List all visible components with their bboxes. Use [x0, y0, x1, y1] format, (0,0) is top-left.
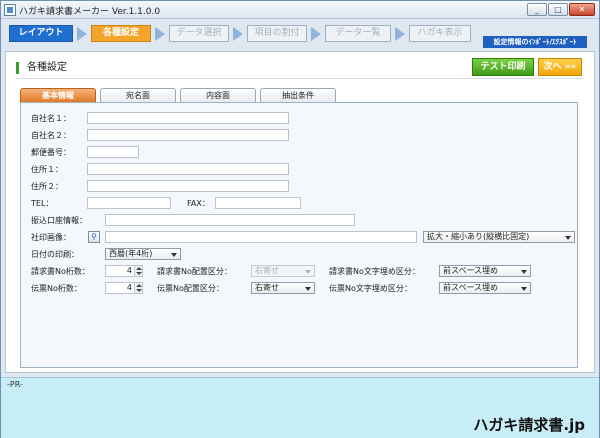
- step-arrow-icon: [233, 27, 243, 41]
- slip-fill-label: 伝票No文字埋め区分：: [329, 284, 412, 293]
- wizard-step-bar: レイアウト 各種設定 データ選択 項目の割付 データ一覧 ハガキ表示 設定情報の…: [5, 23, 595, 48]
- chevron-down-icon: [565, 236, 571, 240]
- chevron-down-icon: [521, 270, 527, 274]
- step-settings[interactable]: 各種設定: [91, 25, 151, 42]
- company1-label: 自社名１：: [31, 114, 71, 123]
- fax-label: FAX：: [187, 199, 210, 208]
- stamp-scale-select[interactable]: 拡大・縮小あり(縦横比固定): [423, 231, 575, 243]
- invoice-align-value: 右寄せ: [255, 266, 279, 275]
- step-layout[interactable]: レイアウト: [9, 25, 73, 42]
- slip-digits-label: 伝票No桁数：: [31, 284, 82, 293]
- pr-label: -PR-: [7, 380, 23, 389]
- fax-input[interactable]: [215, 197, 301, 209]
- maximize-button[interactable]: □: [548, 3, 568, 16]
- invoice-fill-label: 請求書No文字埋め区分：: [329, 267, 420, 276]
- test-print-button[interactable]: テスト印刷: [472, 58, 534, 76]
- import-export-button[interactable]: 設定情報のｲﾝﾎﾟｰﾄ/ｴｸｽﾎﾟｰﾄ: [483, 36, 587, 48]
- step-data-list[interactable]: データ一覧: [325, 25, 391, 42]
- pr-area: -PR- ハガキ請求書.jp: [1, 377, 599, 438]
- image-browse-icon[interactable]: ⚲: [88, 231, 100, 243]
- tel-input[interactable]: [87, 197, 171, 209]
- invoice-fill-value: 前スペース埋め: [443, 266, 499, 275]
- minimize-button[interactable]: _: [527, 3, 547, 16]
- step-postcard-view[interactable]: ハガキ表示: [409, 25, 471, 42]
- company1-input[interactable]: [87, 112, 289, 124]
- tab-filter[interactable]: 抽出条件: [260, 88, 336, 102]
- slip-fill-select[interactable]: 前スペース埋め: [439, 282, 531, 294]
- date-print-label: 日付の印刷：: [31, 250, 79, 259]
- slip-digits-value: 4: [126, 283, 132, 292]
- main-content: 各種設定 テスト印刷 次へ »» 基本情報 宛名面 内容面 抽出条件 自社名１：…: [5, 51, 595, 373]
- window-title: ハガキ請求書メーカー Ver.1.1.0.0: [19, 7, 161, 17]
- chevron-down-icon: [305, 287, 311, 291]
- app-icon: [4, 4, 16, 16]
- stamp-label: 社印画像：: [31, 233, 71, 242]
- chevron-down-icon: [171, 253, 177, 257]
- spin-arrows-icon[interactable]: [134, 283, 142, 293]
- spin-arrows-icon[interactable]: [134, 266, 142, 276]
- tel-label: TEL：: [31, 199, 54, 208]
- tab-basic-info[interactable]: 基本情報: [20, 88, 96, 102]
- basic-info-panel: 自社名１： 自社名２： 郵便番号： 住所１： 住所２： TEL： FAX： 振込…: [20, 102, 578, 368]
- close-button[interactable]: ✕: [569, 3, 595, 16]
- slip-digits-stepper[interactable]: 4: [105, 282, 143, 294]
- invoice-align-select[interactable]: 右寄せ: [251, 265, 315, 277]
- postal-label: 郵便番号：: [31, 148, 71, 157]
- step-arrow-icon: [155, 27, 165, 41]
- address2-label: 住所２：: [31, 182, 63, 191]
- slip-align-label: 伝票No配置区分：: [157, 284, 224, 293]
- tab-content-side[interactable]: 内容面: [180, 88, 256, 102]
- bank-label: 振込口座情報：: [31, 216, 87, 225]
- company2-label: 自社名２：: [31, 131, 71, 140]
- tab-address-side[interactable]: 宛名面: [100, 88, 176, 102]
- invoice-digits-label: 請求書No桁数：: [31, 267, 90, 276]
- section-title: 各種設定: [16, 62, 67, 74]
- stamp-scale-value: 拡大・縮小あり(縦横比固定): [427, 232, 530, 241]
- invoice-fill-select[interactable]: 前スペース埋め: [439, 265, 531, 277]
- step-data-select[interactable]: データ選択: [169, 25, 229, 42]
- address2-input[interactable]: [87, 180, 289, 192]
- section-divider: [16, 78, 584, 79]
- stamp-path-input[interactable]: [105, 231, 417, 243]
- app-window: ハガキ請求書メーカー Ver.1.1.0.0 _ □ ✕ レイアウト 各種設定 …: [0, 0, 600, 438]
- postal-input[interactable]: [87, 146, 139, 158]
- address1-label: 住所１：: [31, 165, 63, 174]
- brand-logo-text: ハガキ請求書.jp: [473, 416, 585, 434]
- chevron-down-icon: [305, 270, 311, 274]
- bank-input[interactable]: [105, 214, 355, 226]
- step-field-mapping[interactable]: 項目の割付: [247, 25, 307, 42]
- title-bar: ハガキ請求書メーカー Ver.1.1.0.0 _ □ ✕: [1, 1, 599, 19]
- date-print-value: 西暦(年4桁): [109, 249, 153, 258]
- next-button[interactable]: 次へ »»: [538, 58, 582, 76]
- window-controls: _ □ ✕: [527, 3, 595, 16]
- company2-input[interactable]: [87, 129, 289, 141]
- slip-align-select[interactable]: 右寄せ: [251, 282, 315, 294]
- date-print-select[interactable]: 西暦(年4桁): [105, 248, 181, 260]
- step-arrow-icon: [77, 27, 87, 41]
- chevron-down-icon: [521, 287, 527, 291]
- invoice-digits-stepper[interactable]: 4: [105, 265, 143, 277]
- slip-align-value: 右寄せ: [255, 283, 279, 292]
- step-arrow-icon: [311, 27, 321, 41]
- invoice-align-label: 請求書No配置区分：: [157, 267, 232, 276]
- slip-fill-value: 前スペース埋め: [443, 283, 499, 292]
- invoice-digits-value: 4: [126, 266, 132, 275]
- step-arrow-icon: [395, 27, 405, 41]
- address1-input[interactable]: [87, 163, 289, 175]
